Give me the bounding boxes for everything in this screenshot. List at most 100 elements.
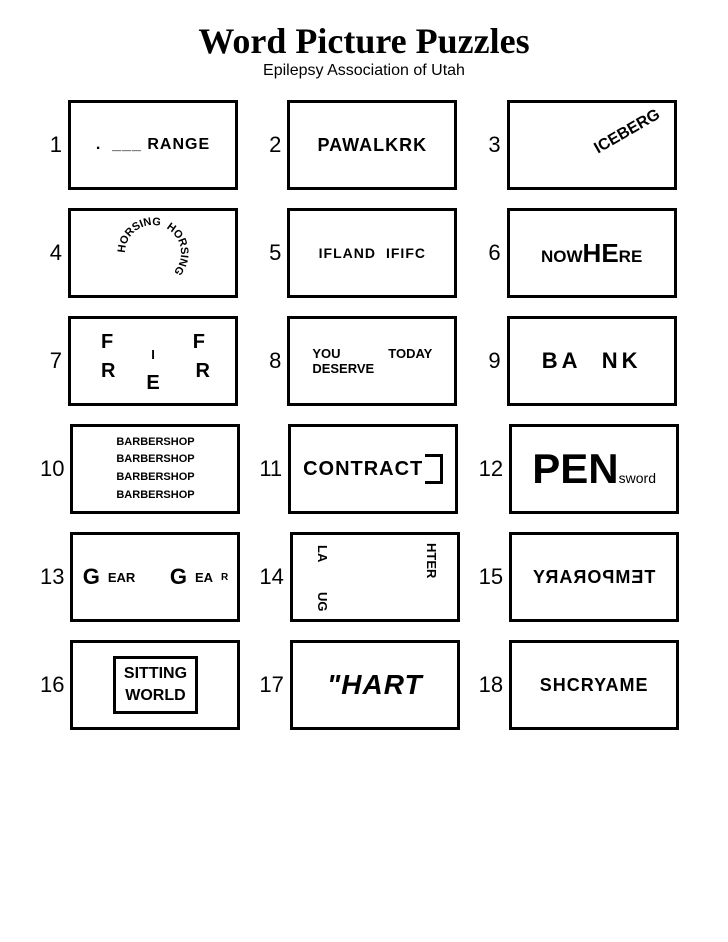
puzzle-cell-18: 18 SHCRYAME <box>479 640 688 730</box>
puzzle-8-you: YOU DESERVE <box>312 346 388 376</box>
puzzle-number-15: 15 <box>479 564 503 590</box>
puzzle-13-sup1 <box>143 572 146 583</box>
title-section: Word Picture Puzzles Epilepsy Associatio… <box>30 20 698 80</box>
puzzle-cell-4: 4 HORSING HORSING <box>40 208 249 298</box>
puzzle-box-4: HORSING HORSING <box>68 208 238 298</box>
puzzle-7-F2: F <box>193 331 205 354</box>
puzzle-1-content: . ___ RANGE <box>96 136 210 154</box>
puzzle-8-today: TODAY <box>388 346 432 376</box>
puzzle-13-ear1: EAR <box>108 570 135 585</box>
puzzle-cell-1: 1 . ___ RANGE <box>40 100 249 190</box>
puzzle-15-content: TEMPORARY <box>532 567 655 588</box>
puzzle-cell-3: 3 ICEBERG <box>479 100 688 190</box>
puzzle-12-content: PENsword <box>532 448 656 490</box>
puzzle-cell-2: 2 PAWALKRK <box>259 100 468 190</box>
puzzle-5-word1: IFLAND <box>319 245 376 261</box>
puzzle-cell-11: 11 CONTRACT <box>259 424 468 514</box>
puzzle-7-I: I <box>151 347 155 362</box>
puzzle-box-2: PAWALKRK <box>287 100 457 190</box>
puzzle-cell-15: 15 TEMPORARY <box>479 532 688 622</box>
puzzle-number-9: 9 <box>479 348 501 374</box>
puzzle-number-13: 13 <box>40 564 64 590</box>
puzzle-cell-10: 10 BARBERSHOPBARBERSHOPBARBERSHOPBARBERS… <box>40 424 249 514</box>
puzzle-13-ear2: EA <box>195 570 213 585</box>
puzzle-cell-12: 12 PENsword <box>479 424 688 514</box>
puzzle-12-sword: sword <box>619 470 656 486</box>
puzzle-17-content: "HART <box>327 669 423 701</box>
puzzle-number-4: 4 <box>40 240 62 266</box>
puzzle-6-now: NOW <box>541 247 583 267</box>
puzzle-box-6: NOWHERE <box>507 208 677 298</box>
puzzle-cell-14: 14 LA UG HTER <box>259 532 468 622</box>
puzzle-cell-9: 9 BA NK <box>479 316 688 406</box>
puzzle-box-16: SITTINGWORLD <box>70 640 240 730</box>
puzzle-number-18: 18 <box>479 672 503 698</box>
puzzle-number-10: 10 <box>40 456 64 482</box>
puzzle-number-16: 16 <box>40 672 64 698</box>
puzzle-box-5: IFLAND IFIFC <box>287 208 457 298</box>
puzzle-3-content: ICEBERG <box>591 106 663 158</box>
puzzle-14-LA: LA <box>315 545 330 562</box>
puzzle-2-content: PAWALKRK <box>317 135 427 156</box>
puzzle-number-2: 2 <box>259 132 281 158</box>
puzzle-13-G1: G <box>83 564 100 590</box>
puzzle-6-re: RE <box>619 247 643 267</box>
puzzle-6-he: HE <box>583 240 619 266</box>
puzzle-18-content: SHCRYAME <box>540 675 649 696</box>
puzzle-box-11: CONTRACT <box>288 424 458 514</box>
puzzle-cell-16: 16 SITTINGWORLD <box>40 640 249 730</box>
puzzle-10-content: BARBERSHOPBARBERSHOPBARBERSHOPBARBERSHOP <box>116 434 194 504</box>
puzzle-number-8: 8 <box>259 348 281 374</box>
puzzle-number-14: 14 <box>259 564 283 590</box>
subtitle: Epilepsy Association of Utah <box>30 62 698 80</box>
puzzle-box-13: GEAR GEAR <box>70 532 240 622</box>
puzzle-box-8: YOU DESERVE TODAY <box>287 316 457 406</box>
puzzle-cell-8: 8 YOU DESERVE TODAY <box>259 316 468 406</box>
puzzle-14-content: LA UG HTER <box>293 535 457 619</box>
puzzle-7-E: E <box>146 372 159 395</box>
puzzle-box-10: BARBERSHOPBARBERSHOPBARBERSHOPBARBERSHOP <box>70 424 240 514</box>
puzzle-9-content: BA NK <box>542 348 642 374</box>
puzzle-grid: 1 . ___ RANGE 2 PAWALKRK 3 ICEBERG 4 <box>30 100 698 730</box>
puzzle-number-7: 7 <box>40 348 62 374</box>
puzzle-cell-7: 7 F F I R R E <box>40 316 249 406</box>
puzzle-13-content: GEAR GEAR <box>83 564 229 590</box>
puzzle-box-3: ICEBERG <box>507 100 677 190</box>
puzzle-box-12: PENsword <box>509 424 679 514</box>
page: Word Picture Puzzles Epilepsy Associatio… <box>0 0 728 750</box>
puzzle-number-5: 5 <box>259 240 281 266</box>
puzzle-box-15: TEMPORARY <box>509 532 679 622</box>
puzzle-number-6: 6 <box>479 240 501 266</box>
puzzle-box-14: LA UG HTER <box>290 532 460 622</box>
puzzle-number-1: 1 <box>40 132 62 158</box>
puzzle-8-row: YOU DESERVE TODAY <box>312 346 432 376</box>
puzzle-14-UG: UG <box>315 592 330 612</box>
puzzle-5-content: IFLAND IFIFC <box>319 245 426 261</box>
puzzle-6-content: NOWHERE <box>541 240 642 267</box>
puzzle-11-content: CONTRACT <box>303 454 443 484</box>
puzzle-7-content: F F I R R E <box>71 319 235 403</box>
svg-text:HORSING HORSING: HORSING HORSING <box>116 216 190 278</box>
puzzle-13-sup2: R <box>221 572 228 583</box>
puzzle-7-R2: R <box>196 360 210 383</box>
puzzle-14-HTER: HTER <box>424 543 439 578</box>
puzzle-number-17: 17 <box>259 672 283 698</box>
puzzle-4-svg: HORSING HORSING <box>113 213 193 293</box>
puzzle-cell-17: 17 "HART <box>259 640 468 730</box>
puzzle-13-G2: G <box>170 564 187 590</box>
puzzle-8-content: YOU DESERVE TODAY <box>312 346 432 376</box>
puzzle-16-content: SITTINGWORLD <box>113 656 198 715</box>
puzzle-number-12: 12 <box>479 456 503 482</box>
puzzle-5-word2: IFIFC <box>386 245 426 261</box>
puzzle-11-bracket <box>425 454 443 484</box>
puzzle-cell-6: 6 NOWHERE <box>479 208 688 298</box>
puzzle-cell-13: 13 GEAR GEAR <box>40 532 249 622</box>
puzzle-number-11: 11 <box>259 456 282 482</box>
puzzle-number-3: 3 <box>479 132 501 158</box>
main-title: Word Picture Puzzles <box>30 20 698 62</box>
puzzle-7-R1: R <box>101 360 115 383</box>
puzzle-box-18: SHCRYAME <box>509 640 679 730</box>
puzzle-7-F1: F <box>101 331 113 354</box>
puzzle-box-17: "HART <box>290 640 460 730</box>
puzzle-12-pen: PEN <box>532 448 618 490</box>
